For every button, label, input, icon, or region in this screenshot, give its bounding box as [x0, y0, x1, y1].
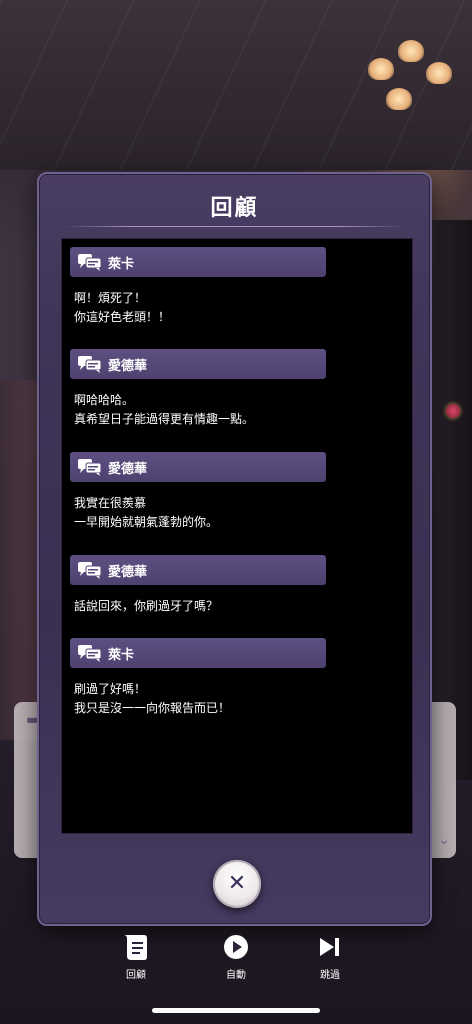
dialogue-text: 我實在很羨慕 一早開始就朝氣蓬勃的你。: [74, 496, 219, 529]
close-button[interactable]: ✕: [213, 860, 261, 908]
speaker-bar: 萊卡: [70, 638, 326, 668]
log-label: 回顧: [126, 970, 146, 981]
modal-title: 回顧: [210, 196, 259, 221]
speaker-bar: 愛德華: [70, 349, 326, 379]
speech-bubble-icon: [78, 562, 102, 579]
speaker-name: 萊卡: [108, 256, 135, 272]
speech-bubble-icon: [78, 645, 102, 662]
speech-bubble-icon: [78, 356, 102, 373]
skip-button[interactable]: 跳過: [300, 932, 360, 981]
close-x-icon: ✕: [227, 871, 247, 896]
home-indicator[interactable]: [152, 1008, 320, 1013]
brooch-image: [446, 404, 460, 418]
chevron-down-icon: ⌄: [438, 832, 450, 848]
play-circle-icon: [224, 935, 248, 959]
speaker-name: 愛德華: [108, 564, 148, 580]
skip-forward-icon: [320, 938, 339, 956]
speech-bubble-icon: [78, 459, 102, 476]
speaker-bar: 愛德華: [70, 452, 326, 482]
speaker-name: 萊卡: [108, 647, 135, 663]
speaker-bar: 愛德華: [70, 555, 326, 585]
bottom-toolbar: 回顧 自動 跳過: [0, 926, 472, 998]
dialogue-text: 話說回來，你刷過牙了嗎？: [74, 599, 219, 613]
speech-bubble-icon: [78, 254, 102, 271]
title-divider: [63, 226, 406, 227]
dialogue-text: 刷過了好嗎！ 我只是沒一一向你報告而已！: [74, 682, 231, 715]
speaker-name: 愛德華: [108, 461, 148, 477]
chandelier-image: [364, 10, 454, 130]
log-modal: 回顧 萊卡 啊！煩死了！ 你這好色老頭！！ 愛德華 啊哈哈哈。 真希望日子能過得…: [37, 172, 432, 926]
speaker-name: 愛德華: [108, 358, 148, 374]
skip-label: 跳過: [320, 970, 340, 981]
dialogue-text: 啊！煩死了！ 你這好色老頭！！: [74, 291, 171, 324]
auto-label: 自動: [226, 970, 246, 981]
auto-button[interactable]: 自動: [206, 932, 266, 981]
log-scroll-area[interactable]: 萊卡 啊！煩死了！ 你這好色老頭！！ 愛德華 啊哈哈哈。 真希望日子能過得更有情…: [61, 238, 413, 834]
speaker-bar: 萊卡: [70, 247, 326, 277]
dialogue-text: 啊哈哈哈。 真希望日子能過得更有情趣一點。: [74, 393, 255, 426]
log-button[interactable]: 回顧: [106, 932, 166, 981]
scroll-icon: [124, 935, 147, 960]
